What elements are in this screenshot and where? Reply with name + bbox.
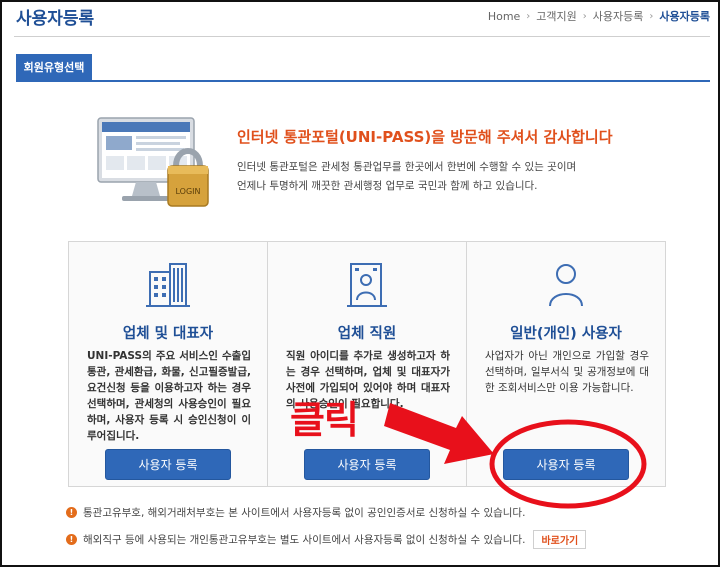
register-individual-button[interactable]: 사용자 등록 xyxy=(503,449,629,480)
card-description: UNI-PASS의 주요 서비스인 수출입통관, 관세환급, 화물, 신고필증발… xyxy=(87,350,251,442)
employee-icon xyxy=(347,263,387,307)
title-divider xyxy=(14,36,710,37)
register-employee-button[interactable]: 사용자 등록 xyxy=(304,449,430,480)
welcome-desc-line: 인터넷 통관포털은 관세청 통관업무를 한곳에서 한번에 수행할 수 있는 곳이… xyxy=(237,161,577,173)
chevron-right-icon: › xyxy=(649,10,654,22)
breadcrumb-support[interactable]: 고객지원 xyxy=(536,8,576,24)
card-business-owner: 업체 및 대표자 UNI-PASS의 주요 서비스인 수출입통관, 관세환급, … xyxy=(69,242,268,486)
welcome-desc-line: 언제나 투명하게 깨끗한 관세행정 업무로 국민과 함께 하고 있습니다. xyxy=(237,180,538,192)
card-description: 사업자가 아닌 개인으로 가입할 경우 선택하며, 일부서식 및 공개정보에 대… xyxy=(485,350,649,394)
register-business-owner-button[interactable]: 사용자 등록 xyxy=(105,449,231,480)
card-title: 일반(개인) 사용자 xyxy=(510,326,622,342)
notice-text: 통관고유부호, 해외거래처부호는 본 사이트에서 사용자등록 없이 공인인증서로… xyxy=(83,507,526,519)
breadcrumb-home[interactable]: Home xyxy=(488,10,520,23)
tab-member-type[interactable]: 회원유형선택 xyxy=(16,54,92,80)
page-title: 사용자등록 xyxy=(16,9,95,29)
card-individual-user: 일반(개인) 사용자 사업자가 아닌 개인으로 가입할 경우 선택하며, 일부서… xyxy=(467,242,665,486)
chevron-right-icon: › xyxy=(582,10,587,22)
card-title: 업체 및 대표자 xyxy=(122,326,214,342)
building-icon xyxy=(146,263,190,307)
notice-item: ! 해외직구 등에 사용되는 개인통관고유부호는 별도 사이트에서 사용자등록 … xyxy=(66,530,587,549)
page-frame: 사용자등록 Home › 고객지원 › 사용자등록 › 사용자등록 회원유형선택… xyxy=(0,0,720,567)
card-business-employee: 업체 직원 직원 아이디를 추가로 생성하고자 하는 경우 선택하며, 업체 및… xyxy=(268,242,467,486)
notice-text: 해외직구 등에 사용되는 개인통관고유부호는 별도 사이트에서 사용자등록 없이… xyxy=(83,534,526,546)
card-title: 업체 직원 xyxy=(337,326,397,342)
welcome-title: 인터넷 통관포털(UNI-PASS)을 방문해 주셔서 감사합니다 xyxy=(237,128,613,146)
login-label: LOGIN xyxy=(175,187,200,196)
exclamation-icon: ! xyxy=(66,507,77,518)
exclamation-icon: ! xyxy=(66,534,77,545)
breadcrumb: Home › 고객지원 › 사용자등록 › 사용자등록 xyxy=(488,8,710,24)
shortcut-button[interactable]: 바로가기 xyxy=(533,530,587,549)
notice-item: ! 통관고유부호, 해외거래처부호는 본 사이트에서 사용자등록 없이 공인인증… xyxy=(66,505,525,520)
breadcrumb-current: 사용자등록 xyxy=(659,10,710,23)
tab-divider xyxy=(16,80,710,82)
breadcrumb-register[interactable]: 사용자등록 xyxy=(593,8,644,24)
chevron-right-icon: › xyxy=(526,10,531,22)
person-icon xyxy=(549,264,583,307)
login-illustration-icon: LOGIN xyxy=(97,117,209,207)
member-type-cards: 업체 및 대표자 UNI-PASS의 주요 서비스인 수출입통관, 관세환급, … xyxy=(68,241,666,487)
welcome-description: 인터넷 통관포털은 관세청 통관업무를 한곳에서 한번에 수행할 수 있는 곳이… xyxy=(237,158,657,196)
click-annotation-label: 클릭 xyxy=(290,398,359,442)
